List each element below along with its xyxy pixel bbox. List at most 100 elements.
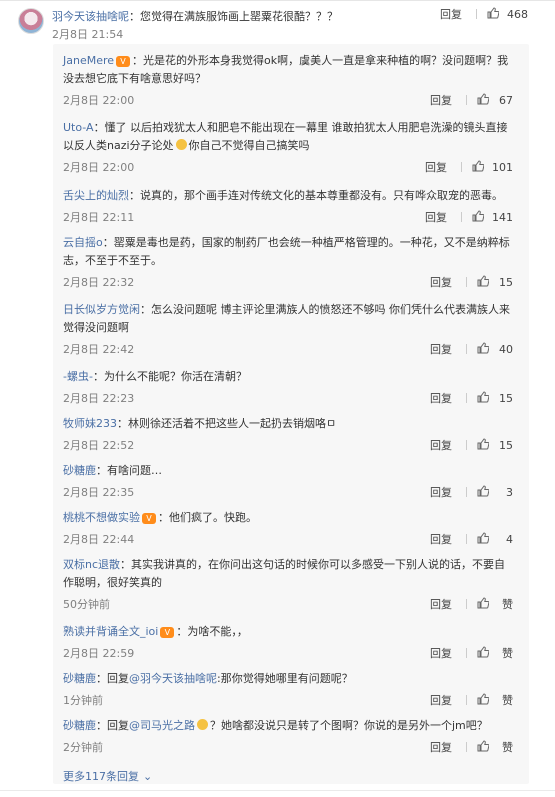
reply-button[interactable]: 回复 [430, 645, 454, 661]
reply-text: 砂糖鹿：回复@羽今天该抽啥呢:那你觉得她哪里有问题呢？ [63, 670, 513, 688]
reply-username[interactable]: 云自摇o [63, 236, 103, 249]
main-comment-actions: 回复 468 [440, 6, 528, 22]
reply-button[interactable]: 回复 [430, 92, 454, 108]
reply-actions: 回复 101 [425, 159, 513, 175]
vip-badge-icon: V [116, 56, 131, 67]
reply-text: 双标nc退散：其实我讲真的，在你问出这句话的时候你可以多感受一下别人说的话，不要… [63, 556, 513, 592]
reply-text: -螺虫-：为什么不能呢？你活在清朝？ [63, 368, 513, 386]
mention-link[interactable]: @司马光之路 [129, 719, 195, 732]
divider [466, 95, 467, 105]
thumbs-up-icon[interactable] [477, 740, 489, 752]
reply-button[interactable]: 回复 [430, 341, 454, 357]
thumbs-up-icon[interactable] [477, 438, 489, 450]
reply-meta: 2月8日 22:00 回复 101 [63, 159, 513, 175]
divider [466, 487, 467, 497]
thumbs-up-icon[interactable] [477, 93, 489, 105]
thumbs-up-icon[interactable] [472, 210, 484, 222]
like-count: 101 [492, 161, 513, 174]
reply-body: ：他们疯了。快跑。 [158, 511, 257, 524]
reply-body: ：罂粟是毒也是药，国家的制药厂也会统一种植严格管理的。一种花，又不是纳粹标志，不… [63, 236, 510, 267]
reply-button[interactable]: 回复 [430, 739, 454, 755]
reply-username[interactable]: 牧师妹233 [63, 417, 117, 430]
divider [476, 9, 477, 19]
divider [466, 742, 467, 752]
thumbs-up-icon[interactable] [477, 532, 489, 544]
reply-meta: 2月8日 22:52 回复 15 [63, 437, 513, 453]
thumbs-up-icon[interactable] [477, 646, 489, 658]
reply-username[interactable]: 桃桃不想做实验 [63, 511, 140, 524]
reply-actions: 回复 15 [430, 390, 513, 406]
reply-text: Uto-A：懂了 以后拍戏犹太人和肥皂不能出现在一幕里 谁敢拍犹太人用肥皂洗澡的… [63, 119, 513, 155]
reply-username[interactable]: 熟读并背诵全文_ioi [63, 625, 158, 638]
reply-text: 舌尖上的灿烈：说真的，那个画手连对传统文化的基本尊重都没有。只有哗众取宠的恶毒。 [63, 187, 513, 205]
reply-body: ：为什么不能呢？你活在清朝？ [92, 370, 247, 383]
thumbs-up-icon[interactable] [477, 485, 489, 497]
reply-item: 云自摇o：罂粟是毒也是药，国家的制药厂也会统一种植严格管理的。一种花，又不是纳粹… [63, 234, 513, 290]
reply-username[interactable]: 砂糖鹿 [63, 672, 96, 685]
reply-meta: 2月8日 22:59 回复 赞 [63, 645, 513, 661]
more-replies-link[interactable]: 更多117条回复 ⌄ [63, 768, 152, 784]
reply-actions: 回复 67 [430, 92, 513, 108]
reply-username[interactable]: 日长似岁方觉闲 [63, 303, 140, 316]
reply-prefix: ：回复 [96, 719, 129, 732]
reply-username[interactable]: 双标nc退散 [63, 558, 120, 571]
reply-time: 2月8日 22:23 [63, 392, 135, 405]
reply-button[interactable]: 回复 [430, 484, 454, 500]
reply-body: ：为啥不能，， [176, 625, 248, 638]
reply-button[interactable]: 回复 [430, 274, 454, 290]
reply-item: JaneMere V ：光是花的外形本身我觉得ok啊，虞美人一直是拿来种植的啊？没问… [63, 52, 513, 108]
divider [466, 534, 467, 544]
reply-meta: 1分钟前 回复 赞 [63, 692, 513, 708]
thumbs-up-icon[interactable] [477, 275, 489, 287]
reply-item: Uto-A：懂了 以后拍戏犹太人和肥皂不能出现在一幕里 谁敢拍犹太人用肥皂洗澡的… [63, 119, 513, 175]
like-count: 3 [506, 486, 513, 499]
divider [466, 277, 467, 287]
reply-item: 砂糖鹿：有啥问题… 2月8日 22:35 回复 3 [63, 462, 513, 500]
reply-time: 2月8日 22:35 [63, 486, 135, 499]
reply-text: JaneMere V ：光是花的外形本身我觉得ok啊，虞美人一直是拿来种植的啊？没问… [63, 52, 513, 88]
reply-username[interactable]: JaneMere [63, 54, 114, 67]
reply-actions: 回复 15 [430, 274, 513, 290]
like-count: 赞 [502, 694, 513, 707]
thumbs-up-icon[interactable] [487, 7, 499, 19]
avatar[interactable] [18, 8, 44, 34]
reply-text: 熟读并背诵全文_ioi V ：为啥不能，， [63, 623, 513, 641]
thumbs-up-icon[interactable] [477, 597, 489, 609]
reply-button[interactable]: 回复 [430, 692, 454, 708]
reply-body-continued: 你自己不觉得自己搞笑吗 [188, 139, 310, 152]
reply-button[interactable]: 回复 [430, 437, 454, 453]
main-comment-username[interactable]: 羽今天该抽啥呢 [52, 10, 129, 23]
reply-actions: 回复 141 [425, 209, 513, 225]
reply-username[interactable]: 砂糖鹿 [63, 719, 96, 732]
vip-badge-icon: V [160, 627, 175, 638]
reply-button[interactable]: 回复 [430, 531, 454, 547]
thumbs-up-icon[interactable] [477, 342, 489, 354]
like-count: 赞 [502, 598, 513, 611]
reply-text: 云自摇o：罂粟是毒也是药，国家的制药厂也会统一种植严格管理的。一种花，又不是纳粹… [63, 234, 513, 270]
face-emoji-icon [197, 719, 208, 730]
reply-button[interactable]: 回复 [430, 390, 454, 406]
reply-button[interactable]: 回复 [425, 209, 449, 225]
bottom-divider [0, 790, 555, 791]
main-comment-time: 2月8日 21:54 [52, 28, 124, 41]
reply-item: 熟读并背诵全文_ioi V ：为啥不能，， 2月8日 22:59 回复 赞 [63, 623, 513, 661]
reply-username[interactable]: Uto-A [63, 121, 94, 134]
reply-username[interactable]: 砂糖鹿 [63, 464, 96, 477]
reply-button[interactable]: 回复 [430, 596, 454, 612]
reply-button[interactable]: 回复 [425, 159, 449, 175]
reply-username[interactable]: 舌尖上的灿烈 [63, 189, 129, 202]
reply-body: ？她啥都没说只是转了个图啊？你说的是另外一个jm吧？ [210, 719, 488, 732]
thumbs-up-icon[interactable] [477, 391, 489, 403]
reply-actions: 回复 15 [430, 437, 513, 453]
reply-button[interactable]: 回复 [440, 6, 464, 22]
top-border [0, 0, 555, 1]
reply-actions: 回复 4 [430, 531, 513, 547]
reply-body: ：其实我讲真的，在你问出这句话的时候你可以多感受一下别人说的话，不要自作聪明，很… [63, 558, 506, 589]
thumbs-up-icon[interactable] [477, 693, 489, 705]
reply-item: 日长似岁方觉闲：怎么没问题呢 博主评论里满族人的愤怒还不够吗 你们凭什么代表满族… [63, 301, 513, 357]
mention-link[interactable]: @羽今天该抽啥呢 [129, 672, 217, 685]
like-count: 4 [506, 533, 513, 546]
thumbs-up-icon[interactable] [472, 160, 484, 172]
reply-username[interactable]: -螺虫- [63, 370, 93, 383]
divider [466, 440, 467, 450]
